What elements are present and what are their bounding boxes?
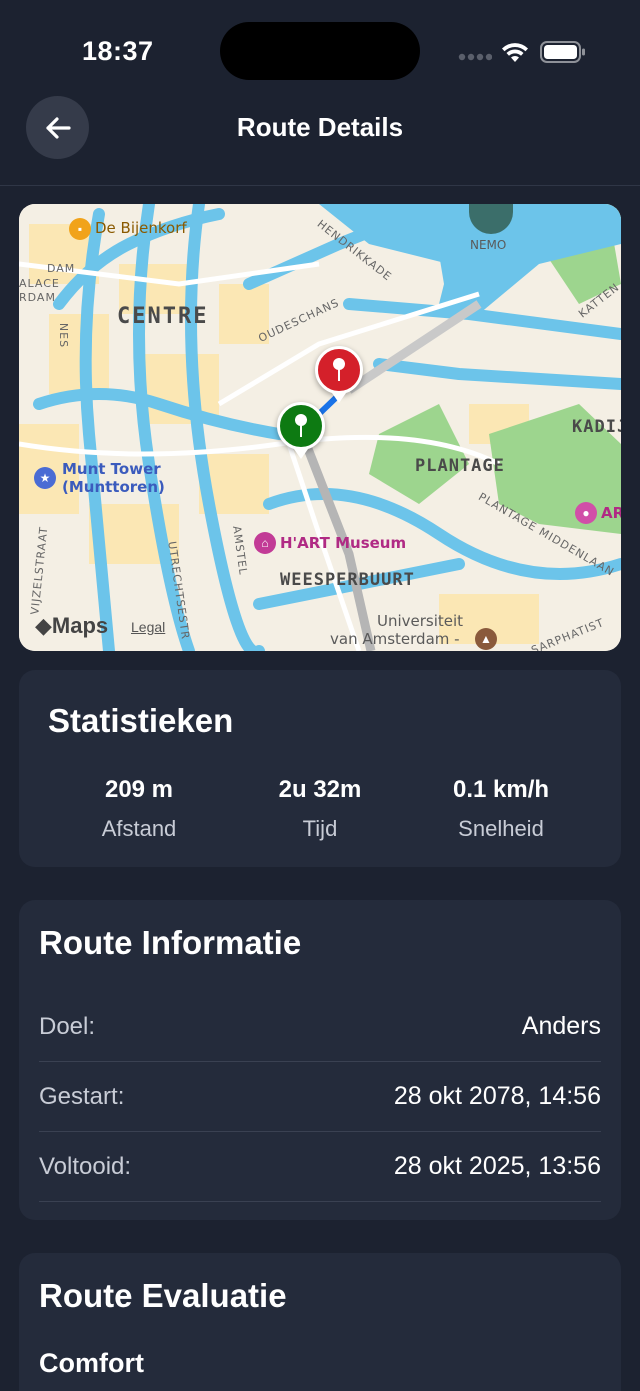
map-label-munt-tower[interactable]: Munt Tower: [62, 460, 161, 478]
cellular-signal-icon: [458, 53, 492, 61]
map-label-hart-museum[interactable]: H'ART Museum: [280, 534, 406, 552]
map-label-dam: DAM: [47, 262, 76, 275]
dynamic-island: [220, 22, 420, 80]
info-value-goal: Anders: [521, 1012, 601, 1040]
stat-time-label: Tijd: [302, 816, 338, 841]
stat-distance-label: Afstand: [101, 816, 177, 841]
comfort-heading: Comfort: [39, 1348, 144, 1378]
info-value-completed: 28 okt 2025, 13:56: [393, 1152, 601, 1180]
stat-time: 2u 32m Tijd: [230, 776, 410, 842]
info-row-goal: Doel: Anders: [39, 992, 601, 1062]
apple-logo-icon: ◆: [35, 613, 52, 638]
end-pin-tip: [332, 393, 346, 403]
stat-time-value: 2u 32m: [278, 776, 362, 803]
stat-distance-value: 209 m: [104, 776, 174, 803]
map-label-universiteit-amsterdam[interactable]: van Amsterdam -: [330, 630, 460, 648]
route-details-screen: 18:37 Route Details De Bijenkorf ▪ NEMO …: [0, 0, 640, 1391]
status-time: 18:37: [82, 36, 154, 66]
statistics-title: Statistieken: [48, 702, 234, 739]
pushpin-icon: [295, 414, 307, 437]
shopping-bag-icon[interactable]: ▪: [69, 218, 91, 240]
museum-icon[interactable]: ⌂: [254, 532, 276, 554]
apple-maps-logo: ◆Maps: [35, 613, 109, 638]
legal-link[interactable]: Legal: [131, 619, 165, 635]
info-row-started: Gestart: 28 okt 2078, 14:56: [39, 1062, 601, 1132]
map-label-universiteit[interactable]: Universiteit: [377, 612, 463, 630]
elephant-icon[interactable]: ●: [575, 502, 597, 524]
info-value-started: 28 okt 2078, 14:56: [393, 1082, 601, 1110]
start-pin-icon[interactable]: [277, 402, 325, 450]
stat-speed-value: 0.1 km/h: [452, 776, 550, 803]
info-label-goal: Doel:: [39, 1012, 96, 1040]
end-pin-icon[interactable]: [315, 346, 363, 394]
graduation-cap-icon[interactable]: ▲: [475, 628, 497, 650]
map-label-nemo[interactable]: NEMO: [470, 238, 506, 252]
map-label-munttoren[interactable]: (Munttoren): [62, 478, 165, 496]
page-title: Route Details: [236, 112, 404, 142]
info-label-completed: Voltooid:: [39, 1152, 132, 1180]
route-information-title: Route Informatie: [39, 924, 302, 961]
map-label-bijenkorf[interactable]: De Bijenkorf: [95, 219, 187, 237]
route-evaluation-card: Route Evaluatie Comfort: [19, 1253, 621, 1391]
route-information-card: Route Informatie Doel: Anders Gestart: 2…: [19, 900, 621, 1220]
stat-speed-label: Snelheid: [458, 816, 544, 841]
map-label-rdam: RDAM: [19, 291, 56, 304]
map-label-artis[interactable]: AR: [601, 504, 621, 522]
status-bar: 18:37: [0, 0, 640, 100]
info-label-started: Gestart:: [39, 1082, 125, 1110]
stat-distance: 209 m Afstand: [49, 776, 229, 842]
map-label-palace: ALACE: [19, 277, 60, 290]
pushpin-icon: [333, 358, 345, 381]
map-label-kadij: KADIJ: [572, 417, 621, 437]
start-pin-tip: [294, 449, 308, 459]
statistics-card: Statistieken 209 m Afstand 2u 32m Tijd 0…: [19, 670, 621, 867]
map-label-weesperbuurt: WEESPERBUURT: [280, 570, 415, 590]
star-icon[interactable]: ★: [34, 467, 56, 489]
route-map[interactable]: De Bijenkorf ▪ NEMO CENTRE HENDRIKKADE O…: [19, 204, 621, 651]
map-label-centre: CENTRE: [117, 304, 209, 329]
navigation-bar: Route Details: [0, 96, 640, 186]
battery-icon: [540, 41, 585, 63]
info-row-completed: Voltooid: 28 okt 2025, 13:56: [39, 1132, 601, 1202]
map-label-plantage: PLANTAGE: [415, 456, 505, 476]
stat-speed: 0.1 km/h Snelheid: [411, 776, 591, 842]
route-evaluation-title: Route Evaluatie: [39, 1277, 287, 1314]
map-label-nes: NES: [57, 322, 71, 349]
wifi-icon: [502, 43, 528, 62]
